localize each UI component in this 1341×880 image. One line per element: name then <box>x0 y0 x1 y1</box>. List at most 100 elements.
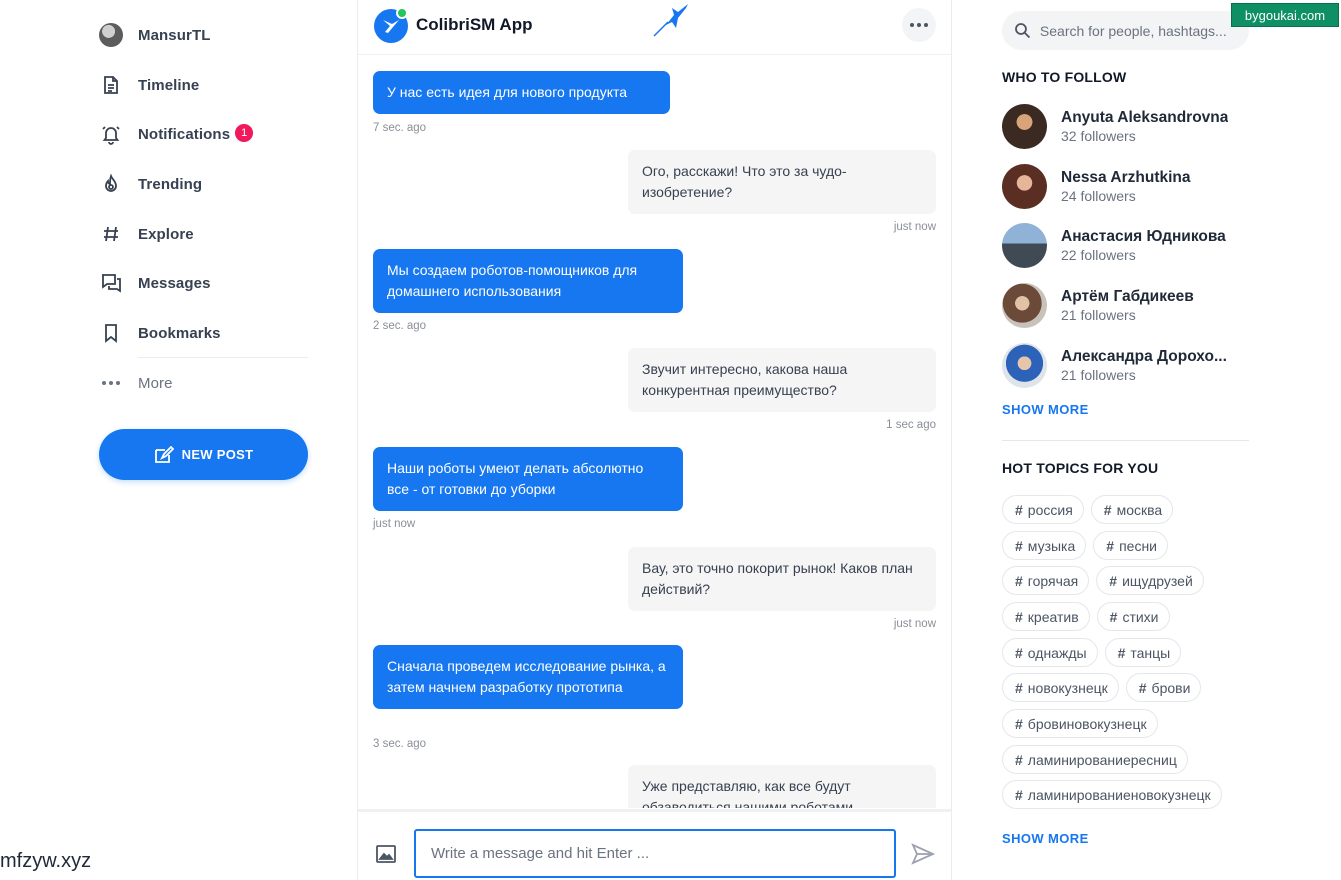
fire-icon <box>99 172 123 196</box>
sidebar-profile[interactable]: MansurTL <box>99 21 210 49</box>
message-timestamp: just now <box>893 221 936 233</box>
chat-options-button[interactable] <box>902 8 936 42</box>
hashtag-chip[interactable]: # креатив <box>1002 602 1090 631</box>
message-timestamp: 3 sec. ago <box>373 738 427 750</box>
hashtag-chip[interactable]: # брови <box>1125 673 1202 702</box>
follow-count: 24 followers <box>1061 187 1136 204</box>
message-bubble-outgoing: Мы создаем роботов-помощников для домашн… <box>373 249 683 313</box>
message-input[interactable] <box>414 829 896 878</box>
search-icon <box>1015 23 1031 39</box>
hash-icon <box>99 222 123 246</box>
hash-icon: # <box>1015 572 1023 589</box>
hashtag-chip[interactable]: # бровиновокузнецк <box>1002 709 1158 738</box>
hummingbird-logo-icon <box>653 4 688 37</box>
sidebar-item-more[interactable]: More <box>99 369 173 397</box>
tag-row: # ламинированиересниц <box>1002 745 1195 774</box>
hashtag-chip[interactable]: # ламинированиеновокузнецк <box>1002 780 1222 809</box>
sidebar-item-messages[interactable]: Messages <box>99 269 211 297</box>
message-timestamp: 2 sec. ago <box>373 320 427 332</box>
chat-title[interactable]: ColibriSM App <box>416 15 532 35</box>
hashtag-chip[interactable]: # новокузнецк <box>1002 673 1119 702</box>
hash-icon: # <box>1015 608 1023 625</box>
show-more-topics-link[interactable]: SHOW MORE <box>1002 831 1089 846</box>
more-dots-icon <box>910 23 928 27</box>
send-icon[interactable] <box>911 842 935 866</box>
hash-icon: # <box>1117 644 1126 661</box>
avatar <box>1002 103 1047 149</box>
show-more-follow-link[interactable]: SHOW MORE <box>1002 402 1089 417</box>
online-status-dot <box>396 7 408 19</box>
sidebar-item-label: Trending <box>138 175 203 193</box>
search-box[interactable] <box>1002 11 1249 50</box>
watermark-bottom: mfzyw.xyz <box>0 850 92 872</box>
follow-suggestion[interactable]: Артём Габдикеев 21 followers <box>1002 282 1262 328</box>
left-sidebar: MansurTL Timeline Notifications 1 Trendi… <box>0 0 357 880</box>
hashtag-chip[interactable]: # ламинированиересниц <box>1002 745 1188 774</box>
follow-name: Anyuta Aleksandrovna <box>1061 108 1229 126</box>
bell-icon <box>99 122 123 146</box>
hash-icon: # <box>1015 537 1023 554</box>
message-bubble-outgoing: Сначала проведем исследование рынка, а з… <box>373 645 683 709</box>
hashtag-chip[interactable]: # музыка <box>1002 531 1087 560</box>
follow-count: 32 followers <box>1061 127 1136 144</box>
hashtag-chip[interactable]: # танцы <box>1104 638 1182 667</box>
follow-suggestion[interactable]: Nessa Arzhutkina 24 followers <box>1002 163 1262 209</box>
timeline-icon <box>99 73 123 97</box>
follow-name: Артём Габдикеев <box>1061 287 1194 305</box>
message-bubble-outgoing: Наши роботы умеют делать абсолютно все -… <box>373 447 683 511</box>
hash-icon: # <box>1015 644 1023 661</box>
avatar <box>1002 282 1047 328</box>
sidebar-item-label: Notifications <box>138 125 231 143</box>
messages-icon <box>99 271 123 295</box>
new-post-label: NEW POST <box>181 447 254 462</box>
avatar <box>1002 163 1047 209</box>
bookmark-icon <box>99 321 123 345</box>
tag-row: # музыка # песни <box>1002 531 1175 560</box>
attach-image-icon[interactable] <box>375 843 397 865</box>
hashtag-chip[interactable]: # москва <box>1090 495 1174 524</box>
chat-header: ColibriSM App <box>358 0 951 55</box>
tag-row: # однажды # танцы <box>1002 638 1188 667</box>
message-timestamp: 7 sec. ago <box>373 122 427 134</box>
hash-icon: # <box>1015 786 1023 803</box>
hashtag-chip[interactable]: # россия <box>1002 495 1084 524</box>
hash-icon: # <box>1015 679 1023 696</box>
follow-suggestion[interactable]: Александра Дорохо... 21 followers <box>1002 342 1262 388</box>
who-to-follow-title: WHO TO FOLLOW <box>1002 69 1127 85</box>
hash-icon: # <box>1015 501 1023 518</box>
hashtag-chip[interactable]: # стихи <box>1096 602 1170 631</box>
avatar <box>1002 342 1047 388</box>
follow-suggestion[interactable]: Anyuta Aleksandrovna 32 followers <box>1002 103 1262 149</box>
search-input[interactable] <box>1039 22 1249 39</box>
hash-icon: # <box>1106 537 1115 554</box>
follow-count: 21 followers <box>1061 306 1136 323</box>
sidebar-item-label: Timeline <box>138 76 200 94</box>
hash-icon: # <box>1109 608 1118 625</box>
message-bubble-incoming: Звучит интересно, какова наша конкурентн… <box>628 348 936 412</box>
hash-icon: # <box>1103 501 1112 518</box>
profile-name: MansurTL <box>138 26 211 44</box>
avatar <box>1002 222 1047 268</box>
message-list[interactable]: У нас есть идея для нового продукта 7 se… <box>358 56 951 808</box>
tag-row: # ламинированиеновокузнецк <box>1002 780 1248 809</box>
sidebar-item-explore[interactable]: Explore <box>99 220 194 248</box>
right-sidebar: WHO TO FOLLOW Anyuta Aleksandrovna 32 fo… <box>952 0 1341 880</box>
hash-icon: # <box>1109 572 1118 589</box>
chat-panel: ColibriSM App У нас есть идея для нового… <box>357 0 952 880</box>
hot-topics-title: HOT TOPICS FOR YOU <box>1002 460 1159 476</box>
tag-row: # новокузнецк # брови <box>1002 673 1208 702</box>
hashtag-chip[interactable]: # горячая <box>1002 566 1090 595</box>
message-bubble-incoming: Вау, это точно покорит рынок! Каков план… <box>628 547 936 611</box>
sidebar-item-trending[interactable]: Trending <box>99 170 202 198</box>
hashtag-chip[interactable]: # песни <box>1093 531 1168 560</box>
new-post-button[interactable]: NEW POST <box>99 429 308 480</box>
sidebar-item-bookmarks[interactable]: Bookmarks <box>99 319 221 347</box>
hashtag-chip[interactable]: # однажды <box>1002 638 1098 667</box>
message-timestamp: 1 sec ago <box>886 419 936 431</box>
section-divider <box>1002 440 1249 441</box>
follow-suggestion[interactable]: Анастасия Юдникова 22 followers <box>1002 222 1262 268</box>
tag-row: # креатив # стихи <box>1002 602 1177 631</box>
sidebar-item-timeline[interactable]: Timeline <box>99 71 199 99</box>
hashtag-chip[interactable]: # ищудрузей <box>1096 566 1204 595</box>
sidebar-item-notifications[interactable]: Notifications 1 <box>99 120 256 148</box>
